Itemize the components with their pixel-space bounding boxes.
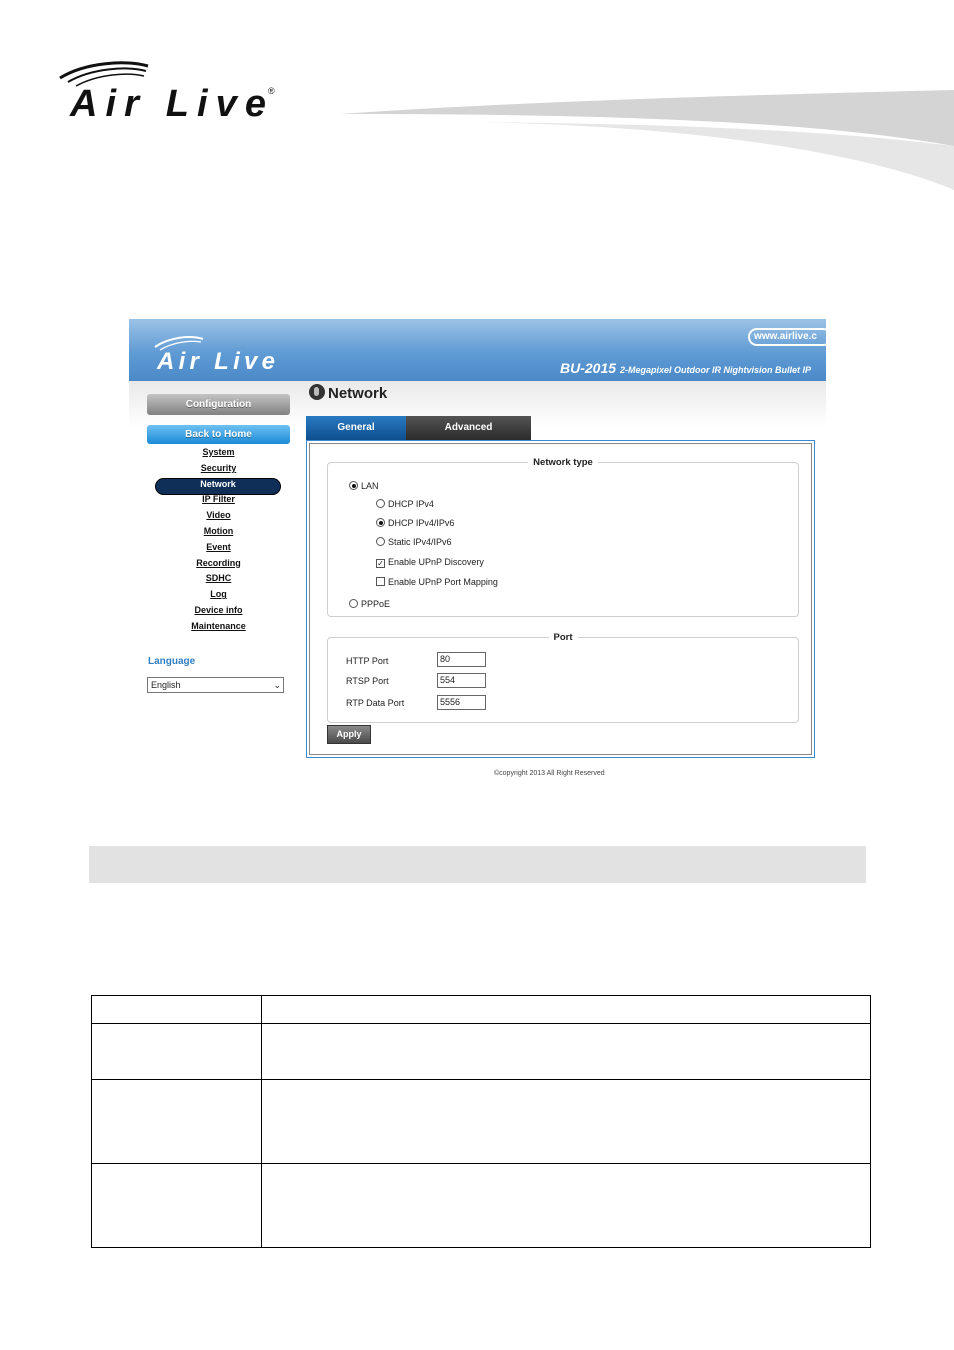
web-ui-logo: Air Live: [154, 336, 275, 373]
rtp-port-label: RTP Data Port: [346, 698, 405, 708]
table-cell: [91, 1079, 262, 1164]
svg-text:®: ®: [268, 86, 275, 96]
parameter-table: [91, 995, 871, 1248]
rtp-port-input[interactable]: 5556: [437, 695, 486, 710]
language-value: English: [151, 680, 181, 690]
dhcp-ipv4-ipv6-radio[interactable]: DHCP IPv4/IPv6: [376, 518, 454, 528]
sidebar-item-maintenance[interactable]: Maintenance: [147, 621, 290, 637]
dhcp-ipv4-radio[interactable]: DHCP IPv4: [376, 499, 434, 509]
website-link[interactable]: www.airlive.c: [748, 328, 826, 346]
sidebar-item-event[interactable]: Event: [147, 542, 290, 558]
sidebar-item-system[interactable]: System: [147, 447, 290, 463]
static-ip-radio[interactable]: Static IPv4/IPv6: [376, 537, 452, 547]
page-title: Network: [309, 384, 387, 402]
web-ui-banner: Air Live www.airlive.c BU-2015 2-Megapixe…: [129, 319, 826, 381]
radio-selected-icon: [349, 481, 358, 490]
tab-general[interactable]: General: [306, 416, 406, 440]
chevron-down-icon: ⌄: [273, 680, 281, 690]
port-group: Port: [327, 632, 799, 723]
pppoe-radio[interactable]: PPPoE: [349, 599, 390, 609]
table-cell: [91, 995, 262, 1024]
camera-web-ui-screenshot: Air Live www.airlive.c BU-2015 2-Megapixe…: [129, 319, 826, 789]
radio-empty-icon: [349, 599, 358, 608]
tab-advanced[interactable]: Advanced: [406, 416, 531, 440]
network-icon: [309, 384, 325, 400]
sidebar-item-ip-filter[interactable]: IP Filter: [147, 494, 290, 510]
rtsp-port-label: RTSP Port: [346, 676, 389, 686]
svg-text:Air Live: Air Live: [156, 348, 275, 373]
settings-panel-inner: Network type LAN DHCP IPv4 DHCP IPv4/IPv…: [309, 443, 812, 755]
checkbox-empty-icon: [376, 577, 385, 586]
settings-panel: Network type LAN DHCP IPv4 DHCP IPv4/IPv…: [306, 440, 815, 758]
language-label: Language: [148, 656, 196, 667]
model-name: BU-2015 2-Megapixel Outdoor IR Nightvisio…: [560, 360, 812, 376]
upnp-discovery-checkbox[interactable]: ✓ Enable UPnP Discovery: [376, 557, 484, 568]
sidebar-item-security[interactable]: Security: [147, 463, 290, 479]
copyright-text: ©copyright 2013 All Right Reserved: [494, 770, 605, 777]
table-cell: [91, 1023, 262, 1080]
table-row: [91, 1079, 871, 1164]
http-port-input[interactable]: 80: [437, 652, 486, 667]
lan-radio[interactable]: LAN: [349, 481, 379, 491]
language-select[interactable]: English ⌄: [147, 677, 284, 693]
sidebar-item-video[interactable]: Video: [147, 510, 290, 526]
table-cell: [261, 995, 871, 1024]
table-cell: [261, 1079, 871, 1164]
http-port-label: HTTP Port: [346, 656, 389, 666]
radio-empty-icon: [376, 537, 385, 546]
sidebar-item-sdhc[interactable]: SDHC: [147, 573, 290, 589]
sidebar-item-log[interactable]: Log: [147, 589, 290, 605]
table-cell: [261, 1163, 871, 1248]
sidebar-item-network[interactable]: Network: [156, 478, 280, 495]
sidebar-item-recording[interactable]: Recording: [147, 558, 290, 574]
rtsp-port-input[interactable]: 554: [437, 673, 486, 688]
table-row: [91, 1163, 871, 1248]
table-cell: [91, 1163, 262, 1248]
port-legend: Port: [553, 632, 573, 643]
model-description: 2-Megapixel Outdoor IR Nightvision Bulle…: [620, 365, 812, 375]
configuration-button[interactable]: Configuration: [147, 394, 290, 415]
sidebar-menu: System Security Network IP Filter Video …: [147, 447, 290, 637]
table-header-row: [91, 995, 871, 1024]
sidebar-item-device-info[interactable]: Device info: [147, 605, 290, 621]
sidebar-item-motion[interactable]: Motion: [147, 526, 290, 542]
radio-empty-icon: [376, 499, 385, 508]
radio-selected-icon: [376, 518, 385, 527]
network-type-legend: Network type: [533, 457, 593, 468]
section-heading-bar: [89, 846, 866, 883]
back-to-home-button[interactable]: Back to Home: [147, 425, 290, 444]
header-swoosh-decoration: [340, 90, 954, 190]
checkbox-checked-icon: ✓: [376, 559, 385, 568]
table-cell: [261, 1023, 871, 1080]
apply-button[interactable]: Apply: [327, 725, 371, 744]
airlive-logo: Air Live ®: [59, 61, 275, 124]
upnp-port-mapping-checkbox[interactable]: Enable UPnP Port Mapping: [376, 577, 498, 587]
svg-text:Air Live: Air Live: [69, 83, 266, 124]
table-row: [91, 1023, 871, 1080]
